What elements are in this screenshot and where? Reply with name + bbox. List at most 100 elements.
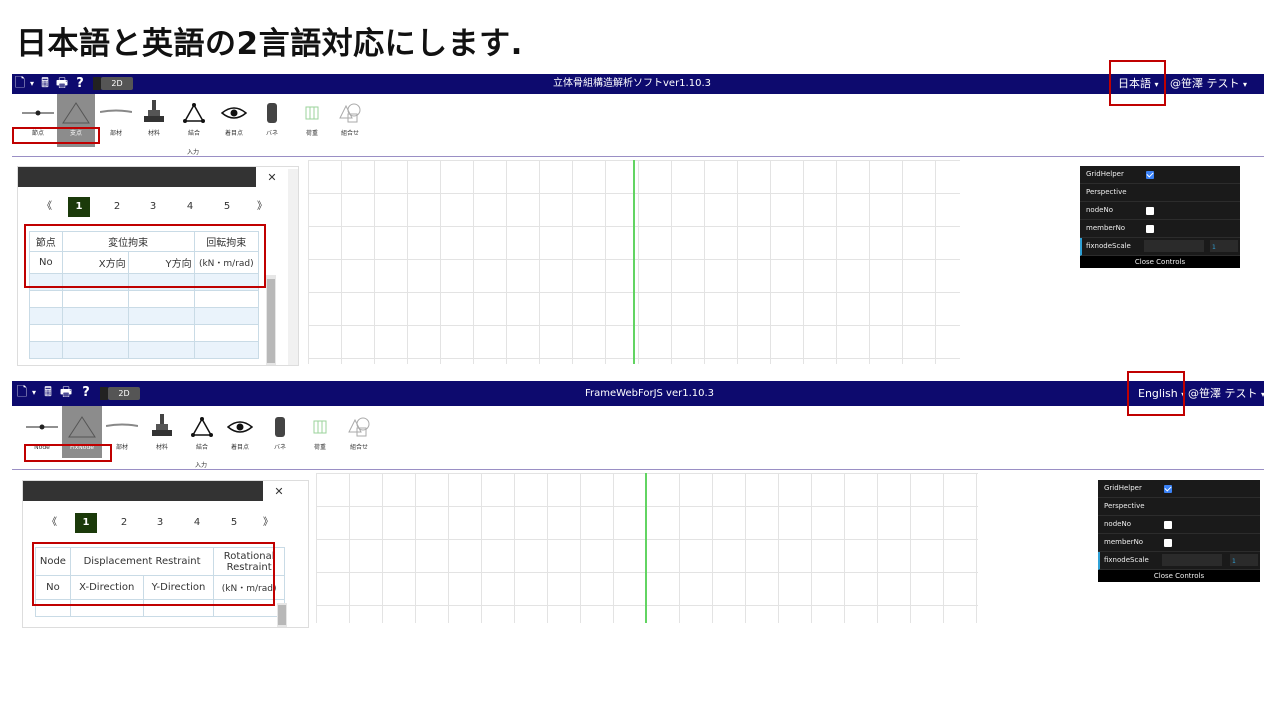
user-menu[interactable]: @笹澤 テスト ▾ xyxy=(1188,381,1265,406)
input-group-label: 入力 xyxy=(195,462,208,469)
y-axis-line xyxy=(645,473,647,623)
page-5[interactable]: 5 xyxy=(216,197,238,217)
fixnode-scale-slider[interactable] xyxy=(1144,240,1204,252)
highlight-ribbon-top xyxy=(12,127,100,144)
close-icon[interactable]: ✕ xyxy=(264,171,280,184)
fixnode-scale-label: fixnodeScale xyxy=(1104,556,1149,564)
table-cell[interactable] xyxy=(127,324,195,342)
highlight-table-top xyxy=(24,224,266,288)
page-prev[interactable]: 《 xyxy=(41,513,63,533)
grid-helper-checkbox[interactable] xyxy=(1164,485,1172,493)
member-no-checkbox[interactable] xyxy=(1164,539,1172,547)
ribbon-spring[interactable]: バネ xyxy=(260,410,300,452)
ribbon-material[interactable]: 材料 xyxy=(142,410,182,452)
help-icon[interactable]: ? xyxy=(72,76,88,92)
table-scrollbar[interactable] xyxy=(266,275,276,365)
table-cell[interactable] xyxy=(29,341,63,359)
page-3[interactable]: 3 xyxy=(142,197,164,217)
ribbon-connection[interactable]: 結合 xyxy=(174,96,214,138)
ribbon-combine[interactable]: 組合せ xyxy=(339,410,379,452)
close-controls-button[interactable]: Close Controls xyxy=(1080,256,1240,268)
mode-toggle-track[interactable] xyxy=(100,387,108,400)
table-cell[interactable] xyxy=(127,307,195,325)
ribbon-connection[interactable]: 結合 xyxy=(182,410,222,452)
slide-title: 日本語と英語の2言語対応にします. xyxy=(16,26,523,62)
panel-scrollbar[interactable] xyxy=(288,169,298,365)
page-1[interactable]: 1 xyxy=(75,513,97,533)
grid-helper-label: GridHelper xyxy=(1104,484,1142,492)
table-cell[interactable] xyxy=(193,324,260,342)
ribbon-load[interactable]: 荷重 xyxy=(292,96,332,138)
3d-viewport[interactable] xyxy=(316,473,978,623)
table-cell[interactable] xyxy=(61,290,129,308)
table-cell[interactable] xyxy=(29,307,63,325)
table-cell[interactable] xyxy=(61,307,129,325)
table-cell[interactable] xyxy=(29,290,63,308)
table-scrollbar[interactable] xyxy=(277,603,287,627)
page-5[interactable]: 5 xyxy=(223,513,245,533)
ribbon-spring[interactable]: バネ xyxy=(252,96,292,138)
close-controls-button[interactable]: Close Controls xyxy=(1098,570,1260,582)
combine-shapes-icon xyxy=(348,417,370,437)
fixnode-scale-label: fixnodeScale xyxy=(1086,242,1131,250)
ribbon-notice-point[interactable]: 着目点 xyxy=(220,410,260,452)
table-cell[interactable] xyxy=(193,307,260,325)
ribbon-load[interactable]: 荷重 xyxy=(300,410,340,452)
ribbon-combine[interactable]: 組合せ xyxy=(330,96,370,138)
user-menu[interactable]: @笹澤 テスト ▾ xyxy=(1170,74,1247,94)
page-3[interactable]: 3 xyxy=(149,513,171,533)
page-2[interactable]: 2 xyxy=(113,513,135,533)
support-triangle-icon xyxy=(68,416,96,438)
fixnode-scale-slider[interactable] xyxy=(1162,554,1222,566)
fixnode-scale-value[interactable]: 1 xyxy=(1230,554,1258,566)
top-nav-bar: 🗋 ▾ 🖩 🖶 ? 2D FrameWebForJS ver1.10.3 Eng… xyxy=(12,381,1265,406)
fixnode-scale-value[interactable]: 1 xyxy=(1210,240,1238,252)
page-prev[interactable]: 《 xyxy=(36,197,58,217)
support-triangle-icon xyxy=(62,102,90,124)
perspective-label[interactable]: Perspective xyxy=(1086,184,1127,201)
table-cell[interactable] xyxy=(127,290,195,308)
table-cell[interactable] xyxy=(193,341,260,359)
ribbon-material[interactable]: 材料 xyxy=(134,96,174,138)
chevron-down-icon: ▾ xyxy=(1261,390,1266,399)
gui-controls: GridHelper Perspective nodeNo memberNo f… xyxy=(1080,166,1240,268)
input-group-label: 入力 xyxy=(187,149,200,156)
member-no-checkbox[interactable] xyxy=(1146,225,1154,233)
help-icon[interactable]: ? xyxy=(78,385,94,401)
table-cell[interactable] xyxy=(61,341,129,359)
page-next[interactable]: 》 xyxy=(251,197,273,217)
calculator-icon[interactable]: 🖩 xyxy=(40,385,56,401)
app-title: FrameWebForJS ver1.10.3 xyxy=(585,388,715,399)
table-cell[interactable] xyxy=(127,341,195,359)
scroll-thumb[interactable] xyxy=(267,279,275,363)
page-next[interactable]: 》 xyxy=(257,513,279,533)
page-4[interactable]: 4 xyxy=(179,197,201,217)
scroll-thumb[interactable] xyxy=(278,605,286,625)
node-no-label: nodeNo xyxy=(1086,206,1113,214)
page-1[interactable]: 1 xyxy=(68,197,90,217)
perspective-label[interactable]: Perspective xyxy=(1104,498,1145,515)
node-no-checkbox[interactable] xyxy=(1164,521,1172,529)
node-no-checkbox[interactable] xyxy=(1146,207,1154,215)
mode-2d-toggle[interactable]: 2D xyxy=(101,77,133,90)
calculator-icon[interactable]: 🖩 xyxy=(37,76,53,92)
printer-icon[interactable]: 🖶 xyxy=(54,76,70,92)
panel-header xyxy=(23,481,263,501)
printer-icon[interactable]: 🖶 xyxy=(58,385,74,401)
page-4[interactable]: 4 xyxy=(186,513,208,533)
ribbon-notice-point[interactable]: 着目点 xyxy=(214,96,254,138)
mode-2d-toggle[interactable]: 2D xyxy=(108,387,140,400)
ribbon-member[interactable]: 部材 xyxy=(96,96,136,138)
table-cell[interactable] xyxy=(29,324,63,342)
table-cell[interactable] xyxy=(193,290,260,308)
chevron-down-icon: ▾ xyxy=(1243,80,1248,89)
material-icon xyxy=(152,414,172,436)
close-icon[interactable]: ✕ xyxy=(271,485,287,498)
table-cell[interactable] xyxy=(61,324,129,342)
page-2[interactable]: 2 xyxy=(106,197,128,217)
node-icon xyxy=(22,110,54,116)
grid-helper-checkbox[interactable] xyxy=(1146,171,1154,179)
gui-controls: GridHelper Perspective nodeNo memberNo f… xyxy=(1098,480,1260,582)
highlight-language-bottom xyxy=(1127,371,1185,416)
mode-toggle-track[interactable] xyxy=(93,77,101,90)
